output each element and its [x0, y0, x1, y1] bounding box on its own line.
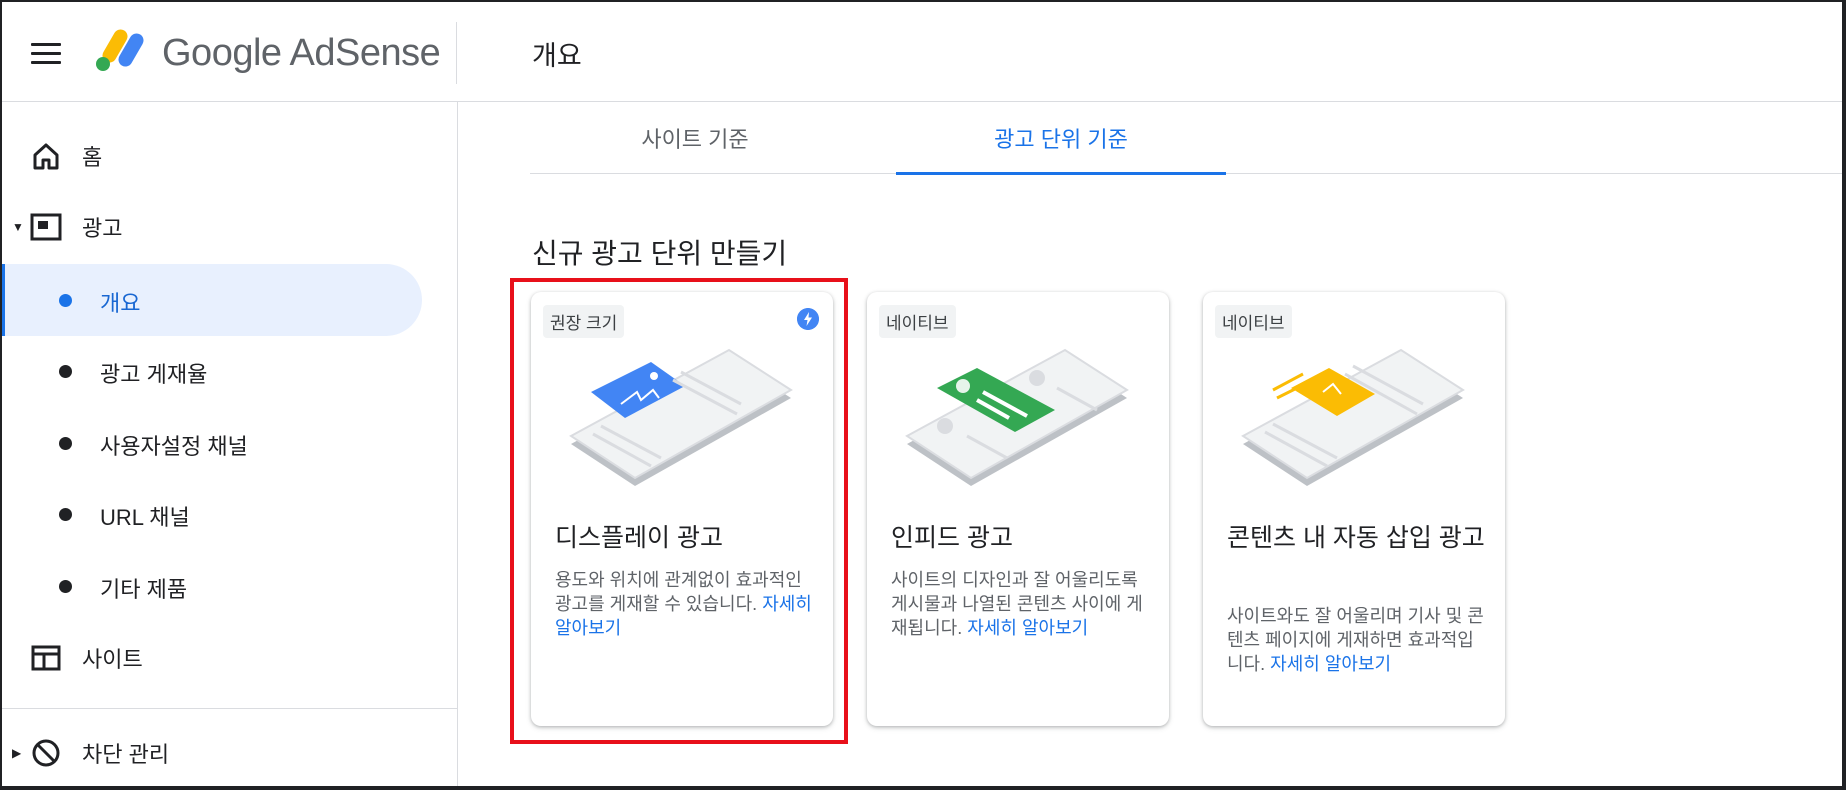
bullet-dot: [59, 437, 72, 450]
block-icon: [32, 739, 60, 767]
app-logo-text[interactable]: Google AdSense: [162, 32, 441, 75]
learn-more-link[interactable]: 자세히 알아보기: [967, 618, 1088, 638]
sidebar-divider: [2, 708, 458, 709]
sites-icon: [31, 645, 61, 671]
sidebar-subitem-label: 사용자설정 채널: [100, 434, 248, 459]
sidebar-subitem-url-channels[interactable]: URL 채널: [2, 478, 422, 550]
card-title: 콘텐츠 내 자동 삽입 광고: [1227, 524, 1485, 552]
bolt-icon: [797, 308, 819, 330]
learn-more-link[interactable]: 자세히 알아보기: [1270, 654, 1391, 674]
native-chip: 네이티브: [879, 305, 956, 338]
card-description: 사이트의 디자인과 잘 어울리도록 게시물과 나열된 콘텐츠 사이에 게재됩니다…: [891, 568, 1151, 640]
sidebar-item-home[interactable]: 홈: [2, 120, 422, 192]
in-feed-ad-illustration: [905, 348, 1129, 486]
ad-unit-icon: [30, 213, 62, 241]
in-article-ad-illustration: [1241, 348, 1465, 486]
card-title: 디스플레이 광고: [555, 524, 723, 552]
ad-type-card-display[interactable]: 권장 크기 디스플레이 광고 용도와 위치에 관계없이 효과적인 광고를 게재할…: [531, 292, 833, 726]
sidebar-subitem-custom-channels[interactable]: 사용자설정 채널: [2, 407, 422, 479]
recommended-size-chip: 권장 크기: [543, 305, 625, 338]
card-description: 사이트와도 잘 어울리며 기사 및 콘텐츠 페이지에 게재하면 효과적입니다. …: [1227, 604, 1487, 676]
adsense-logo-icon: [96, 29, 144, 71]
hamburger-menu-icon[interactable]: [28, 37, 64, 67]
tab-bar: 사이트 기준 광고 단위 기준: [530, 102, 1842, 175]
app-window: Google AdSense 개요 홈 ▼ 광고 개요 광고 게재율 사용자설정…: [0, 0, 1846, 790]
collapse-caret-icon[interactable]: ▶: [12, 746, 21, 760]
sidebar-item-label: 광고: [82, 216, 123, 241]
sidebar-item-sites[interactable]: 사이트: [2, 622, 422, 694]
sidebar-subitem-other-products[interactable]: 기타 제품: [2, 550, 422, 622]
sidebar-subitem-label: 광고 게재율: [100, 362, 208, 387]
sidebar-item-blocking-controls[interactable]: ▶ 차단 관리: [2, 717, 422, 786]
sidebar-item-label: 홈: [82, 145, 103, 170]
bullet-dot: [59, 580, 72, 593]
section-title: 신규 광고 단위 만들기: [532, 238, 788, 269]
sidebar-item-label: 사이트: [82, 647, 143, 672]
sidebar-subitem-overview[interactable]: 개요: [2, 264, 422, 336]
sidebar-subitem-label: URL 채널: [100, 505, 190, 530]
ad-type-card-in-article[interactable]: 네이티브 콘텐츠 내 자동 삽입 광고 사이트와도 잘 어울리며 기사 및 콘텐…: [1203, 292, 1505, 726]
page-title: 개요: [532, 41, 582, 71]
sidebar-subitem-coverage[interactable]: 광고 게재율: [2, 335, 422, 407]
sidebar-item-label: 차단 관리: [82, 742, 170, 767]
card-description: 용도와 위치에 관계없이 효과적인 광고를 게재할 수 있습니다. 자세히 알아…: [555, 568, 815, 640]
tab-by-site[interactable]: 사이트 기준: [530, 102, 860, 174]
sidebar-subitem-label: 개요: [100, 291, 141, 316]
bullet-dot: [59, 294, 72, 307]
header-divider: [456, 22, 457, 84]
top-app-bar: Google AdSense 개요: [2, 2, 1842, 102]
display-ad-illustration: [569, 348, 793, 486]
bullet-dot: [59, 508, 72, 521]
sidebar-subitem-label: 기타 제품: [100, 577, 188, 602]
sidebar-item-ads[interactable]: ▼ 광고: [2, 191, 422, 263]
native-chip: 네이티브: [1215, 305, 1292, 338]
bullet-dot: [59, 365, 72, 378]
card-title: 인피드 광고: [891, 524, 1013, 552]
sidebar-nav: 홈 ▼ 광고 개요 광고 게재율 사용자설정 채널 URL 채널 기타 제품 사…: [2, 102, 458, 786]
home-icon: [33, 143, 59, 170]
ad-type-card-in-feed[interactable]: 네이티브 인피드 광고 사이트의 디자인과 잘 어울리도록 게시물과 나열된 콘…: [867, 292, 1169, 726]
tab-by-ad-unit[interactable]: 광고 단위 기준: [896, 102, 1226, 175]
expand-caret-icon[interactable]: ▼: [12, 220, 24, 234]
